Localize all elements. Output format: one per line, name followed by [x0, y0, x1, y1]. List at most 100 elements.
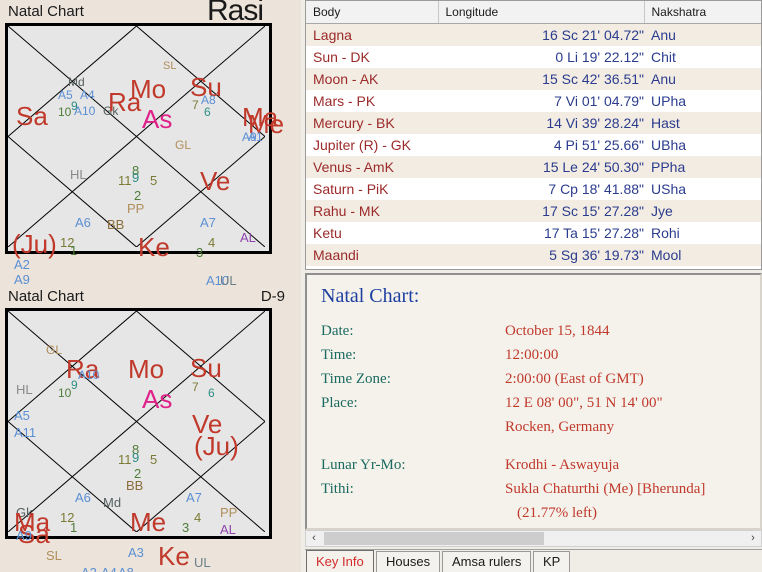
info-row-key: Time: — [321, 347, 357, 363]
cell-body: Moon - AK — [306, 68, 438, 90]
column-header-longitude[interactable]: Longitude — [438, 1, 645, 24]
info-row-key: Date: — [321, 323, 354, 339]
tab-houses[interactable]: Houses — [376, 551, 441, 572]
chart-label-9: 9 — [71, 378, 78, 392]
cell-nakshatra: UBha — [651, 137, 687, 153]
cell-longitude: 7 Cp 18' 41.88" — [548, 181, 644, 197]
chart-label-a1: A1 — [248, 130, 263, 144]
chart-label-a9: A9 — [16, 528, 32, 543]
cell-body: Ketu — [313, 225, 342, 241]
chart-label-a11: A11 — [14, 425, 37, 440]
bottom-tab-bar: Key Info Houses Amsa rulers KP — [305, 549, 762, 572]
chart-label-a2: A2 — [14, 257, 30, 272]
chart-label-gl: GL — [46, 343, 63, 357]
cell-nakshatra: UPha — [651, 93, 687, 109]
planetary-positions-table[interactable]: Body Longitude Nakshatra Lagna 16 Sc 21' … — [305, 0, 762, 270]
chart-label-sl: SL — [46, 548, 62, 563]
table-row[interactable]: Sun - DK 0 Li 19' 22.12" Chit — [306, 46, 761, 68]
cell-body: Mars - PK — [313, 93, 376, 109]
cell-body — [306, 266, 438, 269]
cell-longitude: 15 Sc 42' 36.51" — [438, 68, 644, 90]
table-row[interactable]: Moon - AK 15 Sc 42' 36.51" Anu — [306, 68, 761, 90]
chart-label-a4: A4 — [101, 566, 117, 572]
table-row[interactable]: Lagna 16 Sc 21' 04.72" Anu — [306, 23, 761, 46]
chart-label-pp: PP — [220, 505, 238, 520]
table-row[interactable]: Mars - PK 7 Vi 01' 04.79" UPha — [306, 90, 761, 112]
rasi-chart-block: Natal Chart Rasi SL Md A5 A4 Sa 10 9 A10… — [4, 0, 291, 287]
cell-nakshatra: Rohi — [651, 225, 680, 241]
table-row[interactable]: Maandi 5 Sg 36' 19.73" Mool — [306, 244, 761, 266]
cell-longitude: 16 Sc 21' 04.72" — [438, 23, 644, 46]
info-row-value: 12 E 08' 00", 51 N 14' 00" — [505, 395, 663, 411]
chart-label-ul: UL — [194, 555, 211, 570]
cell-longitude: 14 Vi 39' 28.24" — [438, 112, 644, 134]
chart-label-7: 7 — [192, 98, 199, 112]
chart-label-bb: BB — [126, 478, 144, 493]
astrology-app-window: Natal Chart Rasi SL Md A5 A4 Sa 10 9 A10… — [0, 0, 762, 572]
tab-amsa-rulers[interactable]: Amsa rulers — [442, 551, 532, 572]
chart-label-mo: Mo — [128, 354, 165, 384]
table-row[interactable]: Venus - AmK 15 Le 24' 50.30" PPha — [306, 156, 761, 178]
natal-chart-info-panel: Natal Chart: Date: October 15, 1844 Time: 1… — [305, 273, 762, 530]
cell-longitude: 5 Sg 36' 19.73" — [438, 244, 644, 266]
chart-label-sl: SL — [163, 60, 177, 72]
chart-label-a4: A4 — [80, 88, 95, 102]
chart-label-sa: Sa — [16, 101, 48, 131]
chart-label-as: As — [142, 384, 173, 414]
cell-longitude: 7 Vi 01' 04.79" — [554, 93, 644, 109]
chart-label-md: Md — [103, 495, 122, 510]
chart-label-4: 4 — [194, 510, 202, 525]
chart-label-5: 5 — [150, 452, 158, 467]
chart-label-3: 3 — [196, 245, 204, 260]
chart-label-9: 9 — [132, 170, 140, 185]
chart-label-ju: (Ju) — [194, 431, 239, 461]
info-panel-horizontal-scrollbar[interactable]: ‹ › — [305, 530, 762, 547]
navamsa-chart-block: Natal Chart D-9 GL Ra A10 Mo Su HL 10 9 … — [4, 287, 291, 572]
chart-label-ju: (Ju) — [12, 229, 57, 259]
chart-label-1: 1 — [70, 520, 78, 535]
info-row-key: Time Zone: — [321, 371, 391, 387]
table-row[interactable]: Ketu 17 Ta 15' 27.28" Rohi — [306, 222, 761, 244]
navamsa-chart-diagram[interactable]: GL Ra A10 Mo Su HL 10 9 7 6 As A5 A11 Ve (Ju) 11 8 9 5 2 BB A… — [6, 309, 271, 572]
table-row[interactable]: Rahu - MK 17 Sc 15' 27.28" Jye — [306, 200, 761, 222]
table-row[interactable]: Mercury - BK 14 Vi 39' 28.24" Hast — [306, 112, 761, 134]
chart-label-a9: A9 — [14, 272, 30, 287]
cell-nakshatra: Hast — [644, 112, 761, 134]
chart-label-7: 7 — [192, 380, 199, 394]
column-header-body[interactable]: Body — [306, 1, 439, 24]
cell-longitude: 17 Ta 15' 27.28" — [543, 225, 644, 241]
cell-nakshatra: Chit — [651, 49, 676, 65]
cell-nakshatra: Jye — [644, 200, 761, 222]
tab-key-info[interactable]: Key Info — [306, 550, 374, 572]
info-row-key: Lunar Yr-Mo: — [321, 457, 406, 473]
chart-label-a5: A5 — [14, 408, 30, 423]
chart-label-al: AL — [220, 522, 236, 537]
chart-label-6: 6 — [204, 105, 211, 119]
rasi-caption-left: Natal Chart — [8, 3, 84, 20]
info-row-key: Place: — [321, 395, 358, 411]
column-header-nakshatra[interactable]: Nakshatra — [644, 1, 761, 24]
chart-label-a6: A6 — [75, 215, 91, 230]
table-row[interactable]: Saturn - PiK 7 Cp 18' 41.88" USha — [306, 178, 761, 200]
navamsa-caption-left: Natal Chart — [8, 288, 84, 305]
cell-body: Rahu - MK — [306, 200, 438, 222]
navamsa-caption-right: D-9 — [260, 288, 285, 305]
tab-kp[interactable]: KP — [533, 551, 571, 572]
chart-label-gl: GL — [175, 138, 192, 152]
cell-longitude — [438, 266, 644, 269]
navamsa-chart-caption: Natal Chart D-9 — [4, 287, 291, 309]
rasi-chart-diagram[interactable]: SL Md A5 A4 Sa 10 9 A10 Gk Ra Mo As Su A8 7 6 Ma Me A9 A1 GL… — [6, 24, 284, 287]
scrollbar-thumb[interactable] — [324, 532, 544, 545]
table-row[interactable]: Jupiter (R) - GK 4 Pi 51' 25.66" UBha — [306, 134, 761, 156]
scroll-left-arrow-icon[interactable]: ‹ — [306, 531, 322, 546]
info-row-value: Krodhi - Aswayuja — [505, 457, 620, 473]
chart-label-a10: A10 — [78, 368, 100, 382]
cell-body: Saturn - PiK — [313, 181, 389, 197]
chart-label-4: 4 — [208, 235, 216, 250]
cell-body: Mercury - BK — [306, 112, 438, 134]
table-row-clipped[interactable] — [306, 266, 761, 269]
cell-nakshatra: USha — [651, 181, 687, 197]
cell-longitude: 15 Le 24' 50.30" — [438, 156, 644, 178]
scroll-right-arrow-icon[interactable]: › — [745, 531, 761, 546]
details-pane: Body Longitude Nakshatra Lagna 16 Sc 21' … — [301, 0, 762, 572]
